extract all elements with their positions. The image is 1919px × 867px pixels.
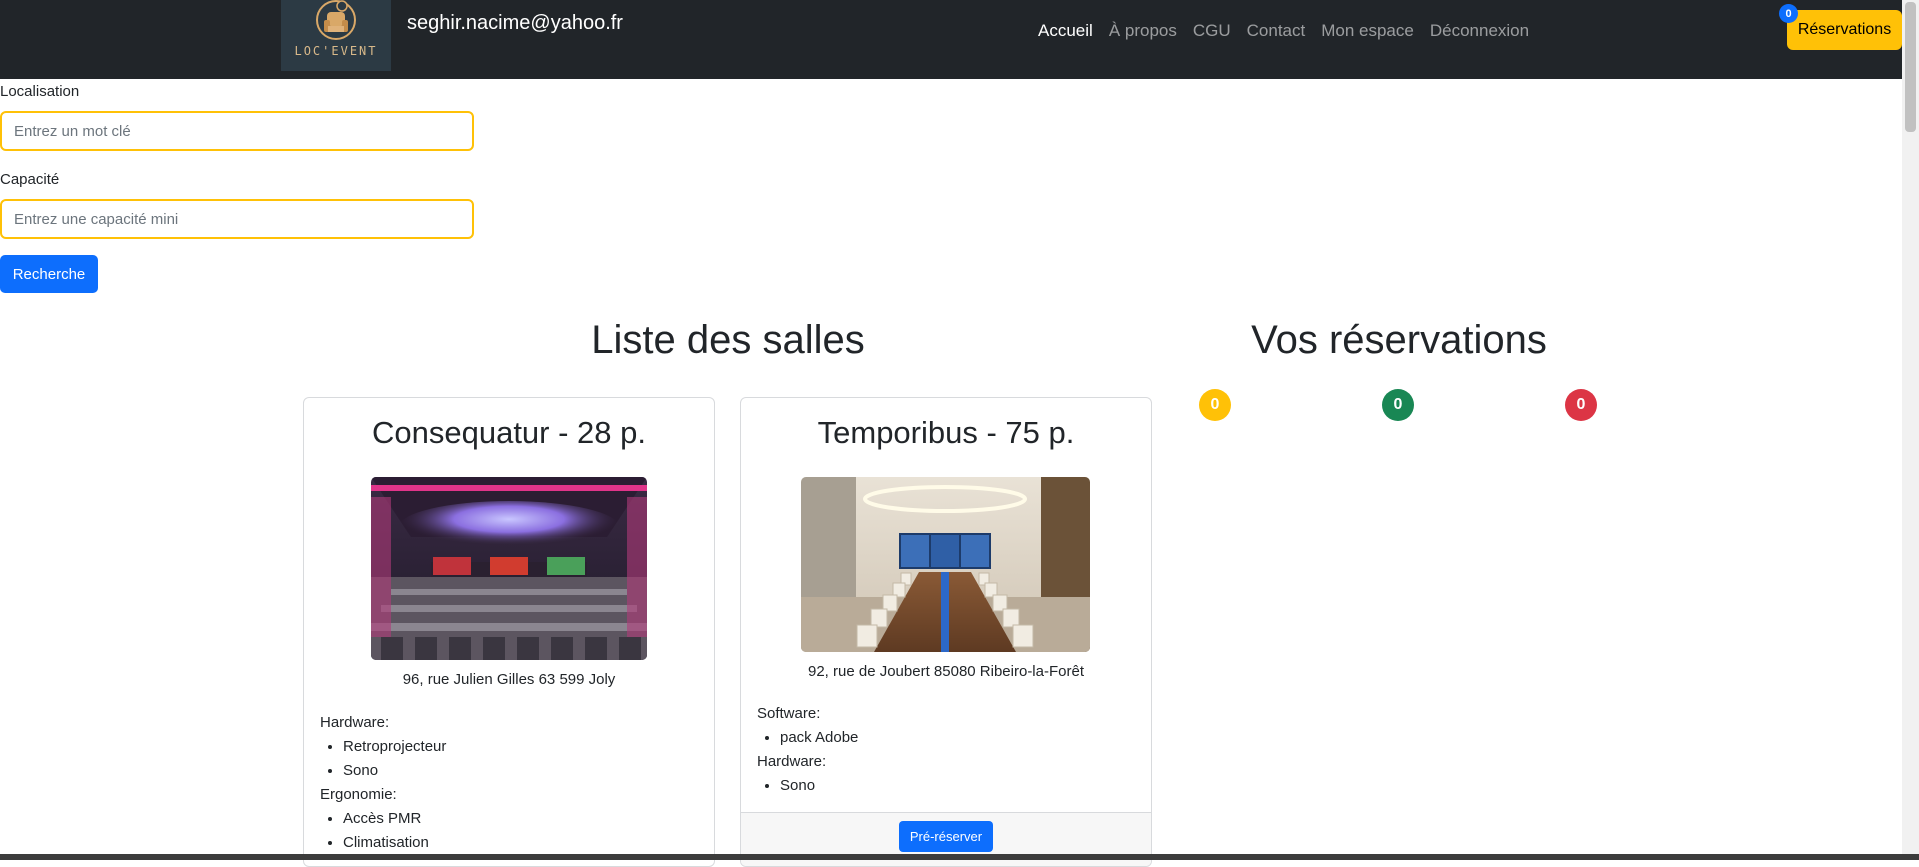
capacity-label: Capacité [0,171,60,188]
equipment-list: pack Adobe [757,726,1135,750]
location-input[interactable] [0,111,474,151]
equipment-group-label: Hardware: [320,714,390,731]
search-button[interactable]: Recherche [0,255,98,293]
capacity-input[interactable] [0,199,474,239]
location-label: Localisation [0,83,80,100]
logo-text: LOC'EVENT [294,44,378,58]
room-photo [371,477,647,660]
main-nav: Accueil À propos CGU Contact Mon espace … [1038,21,1545,41]
equipment-list: Sono [757,774,1135,798]
room-title: Consequatur - 28 p. [371,415,646,450]
room-address: 92, rue de Joubert 85080 Ribeiro-la-Forê… [808,663,1084,680]
room-photo [801,477,1090,652]
room-photo-image [801,477,1090,652]
equipment-list: Accès PMR Climatisation [320,807,698,855]
equipment-group-label: Ergonomie: [320,786,397,803]
equipment-item: Accès PMR [343,807,698,831]
nav-link-deconnexion[interactable]: Déconnexion [1430,21,1529,41]
equipment-group-label: Hardware: [757,753,827,770]
scrollbar-thumb[interactable] [1905,2,1916,132]
cancelled-count-badge: 0 [1565,389,1597,421]
nav-link-contact[interactable]: Contact [1247,21,1306,41]
room-equipment: Software: pack Adobe Hardware: Sono [757,702,1135,798]
reservations-button[interactable]: Réservations [1787,10,1902,50]
equipment-group-label: Software: [757,705,821,722]
confirmed-count-badge: 0 [1382,389,1414,421]
pre-reserve-button[interactable]: Pré-réserver [899,821,993,852]
rooms-list-title: Liste des salles [591,318,865,362]
equipment-item: Sono [780,774,1135,798]
pending-count-badge: 0 [1199,389,1231,421]
room-photo-image [371,477,647,660]
nav-link-cgu[interactable]: CGU [1193,21,1231,41]
equipment-list: Retroprojecteur Sono [320,735,698,783]
equipment-item: Sono [343,759,698,783]
reservations-count-badge: 0 [1779,4,1798,23]
brand-logo[interactable]: LOC'EVENT [281,0,391,71]
nav-link-accueil[interactable]: Accueil [1038,21,1093,41]
top-navbar: LOC'EVENT seghir.nacime@yahoo.fr Accueil… [0,0,1902,79]
equipment-item: Retroprojecteur [343,735,698,759]
reservations-title: Vos réservations [1251,318,1547,362]
room-equipment: Hardware: Retroprojecteur Sono Ergonomie… [320,711,698,855]
nav-link-a-propos[interactable]: À propos [1109,21,1177,41]
user-email: seghir.nacime@yahoo.fr [407,12,623,34]
armchair-icon [316,0,356,40]
window-bottom-edge [0,854,1919,860]
room-card: Consequatur - 28 p. 96, rue Julien Gille… [303,397,715,867]
room-title: Temporibus - 75 p. [817,415,1075,450]
equipment-item: pack Adobe [780,726,1135,750]
room-address: 96, rue Julien Gilles 63 599 Joly [402,671,616,688]
room-card: Temporibus - 75 p. 92, rue de Joubert 85… [740,397,1152,867]
nav-link-mon-espace[interactable]: Mon espace [1321,21,1414,41]
equipment-item: Climatisation [343,831,698,855]
